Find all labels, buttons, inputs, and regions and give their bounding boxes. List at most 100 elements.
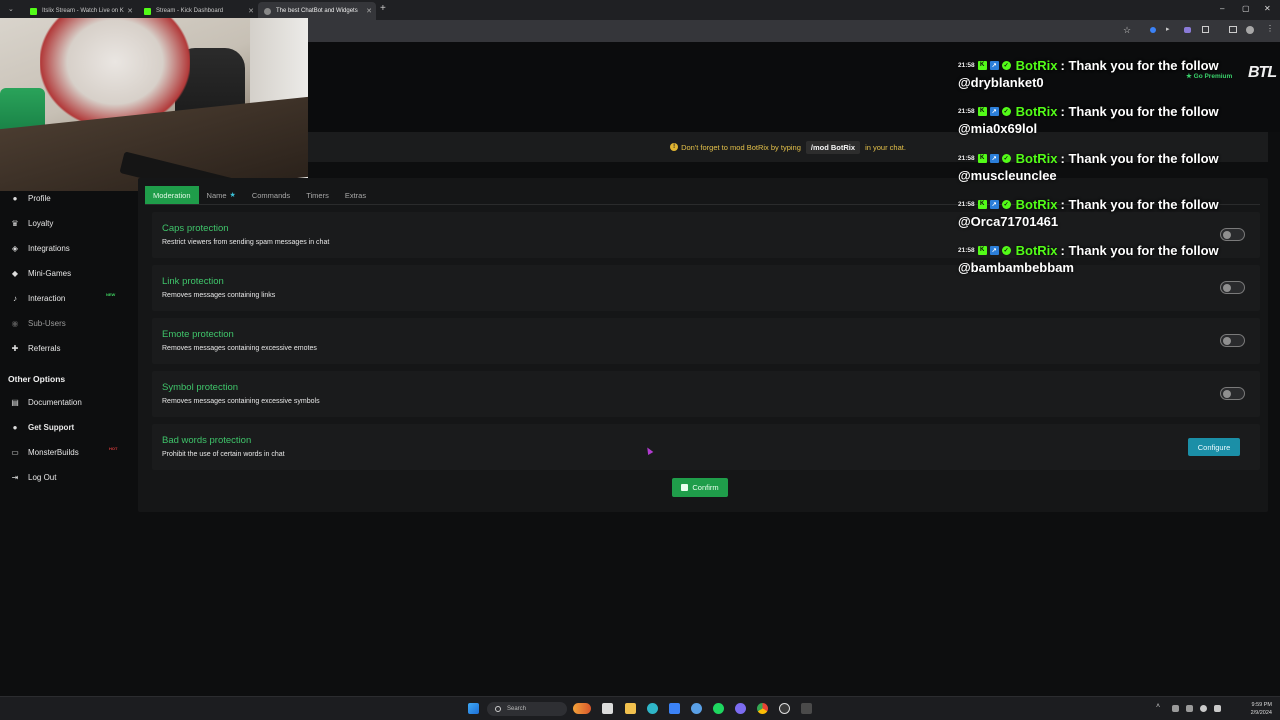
puzzle-icon[interactable] bbox=[1202, 26, 1209, 33]
globe-favicon-icon bbox=[264, 7, 271, 15]
tab-extras[interactable]: Extras bbox=[337, 186, 374, 204]
app-icon[interactable] bbox=[691, 703, 702, 714]
wifi-icon[interactable] bbox=[1200, 705, 1207, 712]
extension-icon-2[interactable] bbox=[1184, 27, 1191, 33]
sidebar-item-label: Interaction bbox=[28, 293, 66, 303]
play-extension-icon[interactable]: ▸ bbox=[1166, 25, 1170, 33]
edge-icon[interactable] bbox=[647, 703, 658, 714]
sidebar-item-get-support[interactable]: ● Get Support bbox=[10, 420, 75, 434]
tray-icon-2[interactable] bbox=[1186, 705, 1193, 712]
sidebar-item-log-out[interactable]: ⇥ Log Out bbox=[10, 470, 57, 484]
warning-icon: ! bbox=[670, 143, 679, 151]
kick-badge-icon: K bbox=[977, 199, 987, 209]
chat-message: 21:58 K ↗ ✓ BotRix : Thank you for the f… bbox=[958, 196, 1258, 230]
kick-favicon-icon bbox=[144, 7, 151, 15]
maximize-button[interactable]: ▢ bbox=[1242, 4, 1250, 13]
close-window-button[interactable]: ✕ bbox=[1264, 4, 1271, 13]
obs-icon[interactable] bbox=[779, 703, 790, 714]
chat-username: BotRix bbox=[1015, 196, 1058, 212]
taskbar-clock[interactable]: 9:59 PM 2/9/2024 bbox=[1238, 701, 1272, 717]
verified-badge-icon: ✓ bbox=[1001, 153, 1011, 163]
tray-chevron-icon[interactable]: ˄ bbox=[1156, 703, 1160, 710]
browser-tab-label: Itslix Stream - Watch Live on K bbox=[42, 8, 124, 14]
go-premium-link[interactable]: ★ Go Premium bbox=[1186, 72, 1232, 80]
confirm-button[interactable]: Confirm bbox=[672, 478, 728, 497]
tab-timers[interactable]: Timers bbox=[298, 186, 337, 204]
tab-label: Name bbox=[206, 190, 227, 200]
chat-time: 21:58 bbox=[958, 246, 975, 254]
sidebar-item-label: Documentation bbox=[28, 397, 82, 407]
notice-suffix: in your chat. bbox=[865, 142, 906, 152]
setting-title: Emote protection bbox=[162, 329, 234, 340]
sidebar-item-documentation[interactable]: ▤ Documentation bbox=[10, 395, 82, 409]
sidebar-item-referrals[interactable]: ✚ Referrals bbox=[10, 341, 61, 355]
discord-icon[interactable] bbox=[735, 703, 746, 714]
task-view-icon[interactable] bbox=[602, 703, 613, 714]
bot-badge-icon: ↗ bbox=[989, 106, 999, 116]
chat-mention: @muscleunclee bbox=[958, 168, 1057, 183]
browser-tab-label: The best ChatBot and Widgets bbox=[276, 8, 358, 14]
sidebar-item-label: Integrations bbox=[28, 243, 70, 253]
setting-description: Prohibit the use of certain words in cha… bbox=[162, 451, 285, 458]
sidebar-item-label: MonsterBuilds bbox=[28, 447, 79, 457]
setting-description: Removes messages containing excessive sy… bbox=[162, 398, 320, 405]
minimize-button[interactable]: – bbox=[1220, 4, 1224, 13]
extension-icon[interactable] bbox=[1150, 27, 1156, 33]
monitor-icon: ▭ bbox=[11, 447, 19, 457]
webcam-overlay bbox=[0, 18, 308, 191]
tab-name[interactable]: Name ★ bbox=[199, 186, 244, 204]
taskbar-search[interactable]: Search bbox=[487, 702, 567, 716]
sidebar-item-profile[interactable]: ● Profile bbox=[10, 191, 51, 205]
new-tab-button[interactable]: + bbox=[380, 3, 386, 14]
sidebar-item-monsterbuilds[interactable]: ▭ MonsterBuilds bbox=[10, 445, 79, 459]
setting-title: Bad words protection bbox=[162, 435, 252, 446]
setting-bad-words-protection: Bad words protection Prohibit the use of… bbox=[152, 424, 1260, 470]
file-explorer-icon[interactable] bbox=[625, 703, 636, 714]
browser-menu-icon[interactable]: ⌄ bbox=[8, 5, 14, 13]
chat-mention: @Orca71701461 bbox=[958, 214, 1059, 229]
bot-badge-icon: ↗ bbox=[989, 199, 999, 209]
sidebar-item-mini-games[interactable]: ◆ Mini-Games bbox=[10, 266, 71, 280]
taskbar: Search ˄ 9:59 PM 2/9/2024 bbox=[0, 696, 1280, 720]
chrome-icon[interactable] bbox=[757, 703, 768, 714]
link-protection-toggle[interactable] bbox=[1220, 281, 1245, 294]
terminal-icon[interactable] bbox=[801, 703, 812, 714]
spotify-icon[interactable] bbox=[713, 703, 724, 714]
windows-start-icon[interactable] bbox=[468, 703, 479, 714]
store-icon[interactable] bbox=[669, 703, 680, 714]
bookmark-star-icon[interactable]: ☆ bbox=[1123, 25, 1131, 36]
configure-button[interactable]: Configure bbox=[1188, 438, 1240, 456]
chat-username: BotRix bbox=[1015, 150, 1058, 166]
split-icon[interactable] bbox=[1229, 26, 1237, 33]
emote-protection-toggle[interactable] bbox=[1220, 334, 1245, 347]
setting-description: Removes messages containing links bbox=[162, 292, 276, 299]
sidebar-item-sub-users[interactable]: ◉ Sub-Users bbox=[10, 316, 66, 330]
sidebar-item-integrations[interactable]: ◈ Integrations bbox=[10, 241, 70, 255]
caps-protection-toggle[interactable] bbox=[1220, 228, 1245, 241]
tab-label: Extras bbox=[344, 190, 367, 200]
close-tab-icon[interactable]: ✕ bbox=[248, 7, 254, 15]
clock-date: 2/9/2024 bbox=[1250, 710, 1272, 716]
close-tab-icon[interactable]: ✕ bbox=[366, 7, 372, 15]
settings-tabs: Moderation Name ★ Commands Timers Extras bbox=[145, 186, 374, 204]
tab-commands[interactable]: Commands bbox=[244, 186, 298, 204]
chat-mention: @bambambebbam bbox=[958, 260, 1074, 275]
tab-moderation[interactable]: Moderation bbox=[145, 186, 199, 204]
browser-tab-label: Stream - Kick Dashboard bbox=[156, 8, 224, 14]
symbol-protection-toggle[interactable] bbox=[1220, 387, 1245, 400]
chat-text: : Thank you for the follow bbox=[1060, 242, 1219, 258]
profile-avatar-icon[interactable] bbox=[1246, 26, 1254, 34]
sidebar-item-label: Get Support bbox=[28, 422, 75, 432]
notice-prefix: Don't forget to mod BotRix by typing bbox=[681, 142, 801, 152]
kick-badge-icon: K bbox=[977, 245, 987, 255]
chat-username: BotRix bbox=[1015, 242, 1058, 258]
close-tab-icon[interactable]: ✕ bbox=[127, 7, 133, 15]
chat-text: : Thank you for the follow bbox=[1060, 57, 1219, 73]
browser-menu-kebab-icon[interactable]: ⋮ bbox=[1266, 24, 1274, 33]
sidebar-item-loyalty[interactable]: ♛ Loyalty bbox=[10, 216, 53, 230]
save-icon bbox=[681, 484, 689, 491]
widget-icon[interactable] bbox=[573, 703, 591, 714]
tray-icon-1[interactable] bbox=[1172, 705, 1179, 712]
volume-icon[interactable] bbox=[1214, 705, 1221, 712]
hot-badge: HOT bbox=[109, 446, 118, 451]
